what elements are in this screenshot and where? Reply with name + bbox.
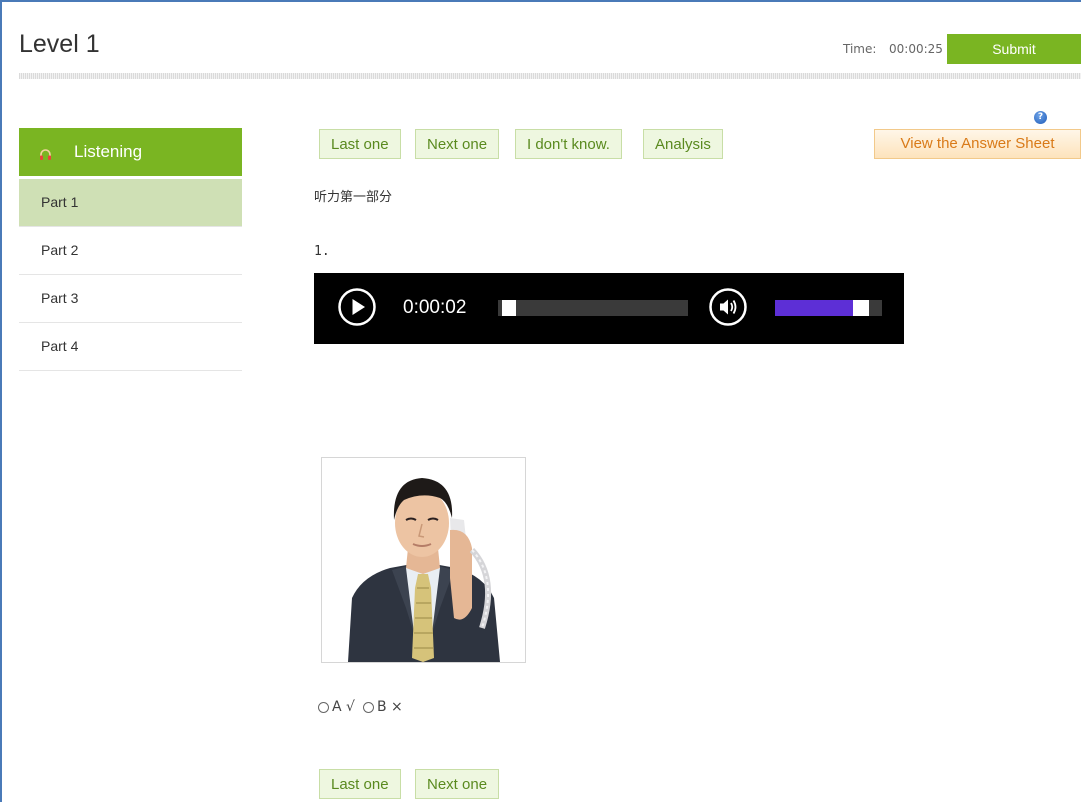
- sidebar-section-label: Listening: [74, 142, 143, 161]
- window-frame-left: [0, 0, 2, 802]
- volume-fill: [775, 300, 853, 316]
- headphones-icon: [39, 146, 52, 160]
- sidebar-item-label: Part 2: [41, 242, 79, 258]
- option-a[interactable]: A √: [318, 699, 355, 715]
- dont-know-button[interactable]: I don't know.: [515, 129, 622, 159]
- footer-next-one-button[interactable]: Next one: [415, 769, 500, 799]
- sidebar-item-label: Part 3: [41, 290, 79, 306]
- play-icon[interactable]: [337, 287, 377, 327]
- sidebar-section-listening[interactable]: Listening: [19, 128, 242, 176]
- option-a-letter: A: [332, 699, 342, 715]
- check-mark-icon: √: [346, 699, 355, 715]
- timer-value: 00:00:25: [889, 42, 943, 56]
- volume-slider[interactable]: [775, 300, 882, 316]
- sidebar-item-label: Part 4: [41, 338, 79, 354]
- option-b-radio[interactable]: [362, 701, 374, 713]
- audio-player: 0:00:02: [314, 273, 904, 344]
- question-mark-icon[interactable]: ?: [1034, 111, 1047, 124]
- header-divider: [19, 73, 1081, 79]
- next-one-button[interactable]: Next one: [415, 129, 500, 159]
- audio-progress-thumb[interactable]: [502, 300, 516, 316]
- cross-mark-icon: ×: [391, 699, 403, 715]
- last-one-button[interactable]: Last one: [319, 129, 401, 159]
- volume-icon[interactable]: [708, 287, 748, 327]
- page-header: Level 1 Time: 00:00:25 Submit: [0, 0, 1081, 80]
- sidebar: Listening Part 1 Part 2 Part 3 Part 4: [19, 128, 242, 371]
- page-title: Level 1: [19, 30, 100, 58]
- submit-button[interactable]: Submit: [947, 34, 1081, 64]
- question-image-man-on-phone: [321, 457, 526, 663]
- section-title: 听力第一部分: [314, 190, 393, 205]
- timer-label: Time:: [843, 42, 877, 56]
- option-b-letter: B: [376, 699, 387, 715]
- option-b[interactable]: B ×: [362, 699, 403, 715]
- footer-last-one-button[interactable]: Last one: [319, 769, 401, 799]
- sidebar-item-part-1[interactable]: Part 1: [19, 179, 242, 227]
- analysis-button[interactable]: Analysis: [643, 129, 723, 159]
- answer-options: A √ B ×: [318, 699, 411, 715]
- option-a-radio[interactable]: [318, 701, 329, 713]
- sidebar-item-label: Part 1: [41, 194, 79, 210]
- sidebar-item-part-2[interactable]: Part 2: [19, 227, 242, 275]
- sidebar-item-part-3[interactable]: Part 3: [19, 275, 242, 323]
- audio-progress-bar[interactable]: [498, 300, 688, 316]
- sidebar-item-part-4[interactable]: Part 4: [19, 323, 242, 371]
- audio-time: 0:00:02: [403, 297, 467, 318]
- volume-thumb[interactable]: [853, 300, 869, 316]
- question-number: 1.: [314, 244, 330, 259]
- view-answer-sheet-button[interactable]: View the Answer Sheet: [874, 129, 1081, 159]
